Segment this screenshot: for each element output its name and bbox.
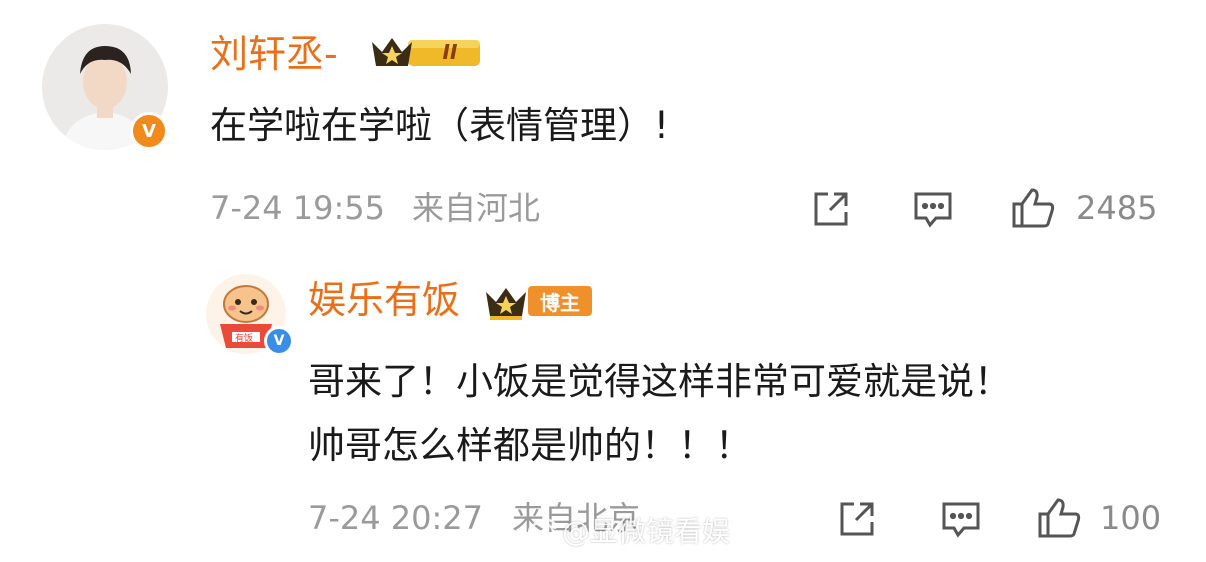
share-icon[interactable]	[838, 500, 878, 538]
comment-user-name[interactable]: 刘轩丞-	[210, 34, 338, 74]
comment-time: 7-24 19:55	[210, 189, 386, 227]
watermark-text: @显微镜看娱	[562, 515, 731, 548]
reply-user-name[interactable]: 娱乐有饭	[308, 280, 460, 320]
reply-time: 7-24 20:27	[308, 499, 484, 537]
comment-location: 来自河北	[412, 189, 541, 227]
reply-text-line1: 哥来了！小饭是觉得这样非常可爱就是说！	[308, 360, 1011, 403]
share-icon[interactable]	[812, 190, 852, 228]
like-icon[interactable]	[1036, 496, 1082, 540]
reply-card: 有饭 V 娱乐有饭 博主 哥来了！小饭是觉得这样非常可爱就是说！ 帅哥怎么样都是…	[0, 262, 1206, 562]
verified-badge-icon: V	[264, 326, 294, 356]
like-icon[interactable]	[1010, 186, 1056, 230]
comment-icon[interactable]	[940, 500, 982, 540]
comment-card: V 刘轩丞- II 在学啦在学啦（表情管理）! 7-24 19:55 来自河北	[0, 0, 1206, 262]
verified-badge-icon: V	[130, 112, 168, 150]
avatar-label: 有饭	[234, 334, 253, 344]
level-badge-label: II	[442, 40, 458, 64]
reply-like-count: 100	[1100, 499, 1162, 537]
watermark: @显微镜看娱	[528, 510, 730, 550]
crown-icon	[484, 282, 528, 322]
weibo-logo-icon	[528, 517, 558, 543]
comment-text: 在学啦在学啦（表情管理）!	[210, 104, 669, 147]
comment-icon[interactable]	[912, 190, 954, 230]
like-count: 2485	[1076, 189, 1158, 227]
reply-text-line2: 帅哥怎么样都是帅的！！！	[308, 424, 752, 467]
blogger-badge: 博主	[528, 286, 592, 316]
